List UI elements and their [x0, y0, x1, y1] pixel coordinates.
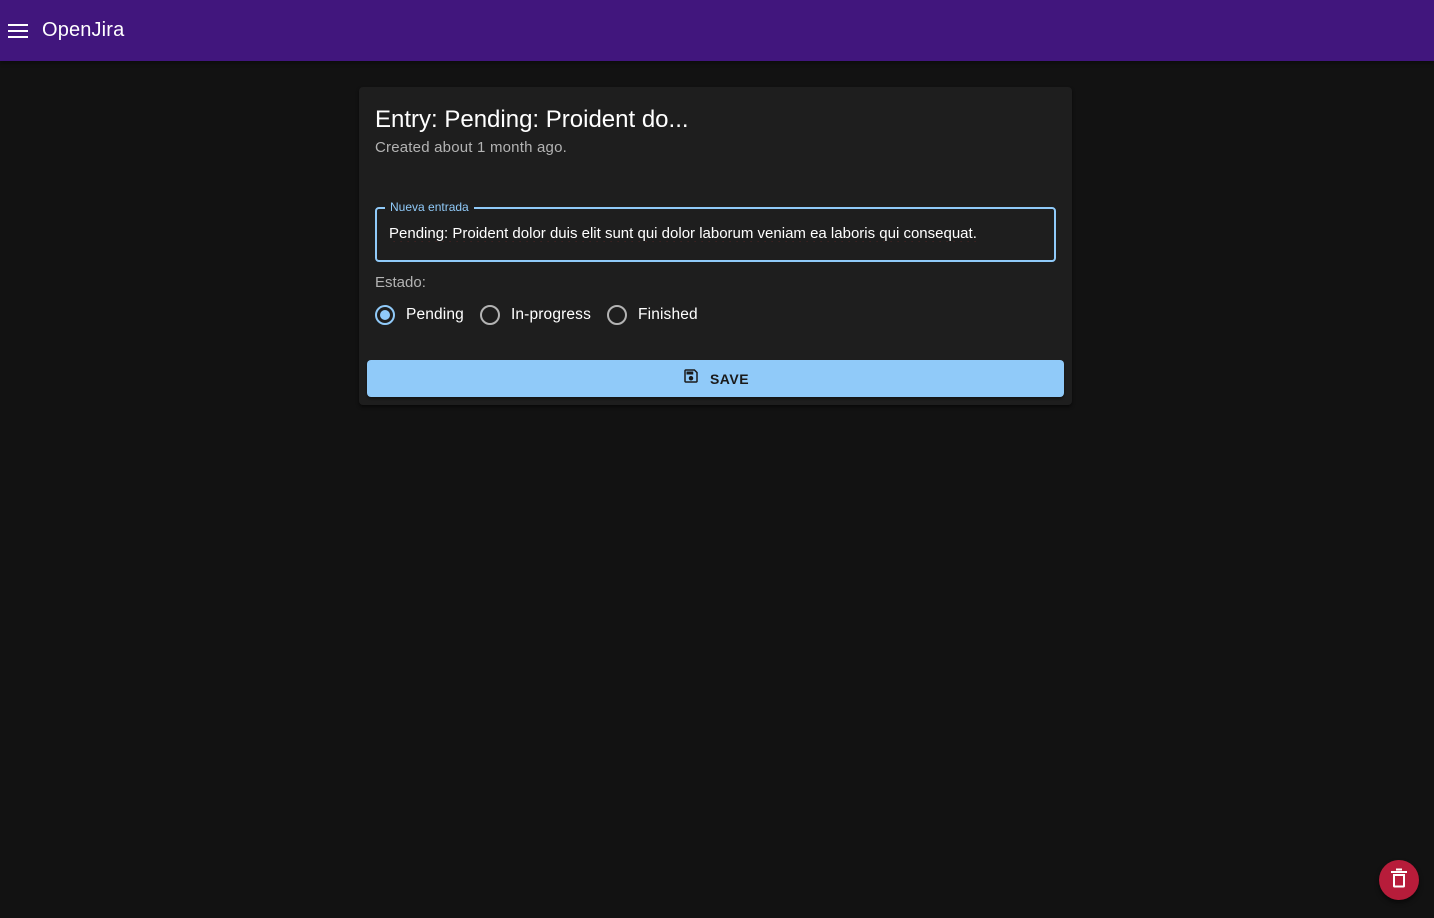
status-label: Estado:	[375, 274, 426, 291]
radio-label-in-progress: In-progress	[510, 306, 591, 323]
save-icon	[682, 367, 700, 390]
radio-button-finished[interactable]	[606, 305, 627, 325]
radio-option-in-progress[interactable]: In-progress	[479, 305, 591, 325]
radio-option-pending[interactable]: Pending	[375, 305, 464, 325]
delete-button[interactable]	[1379, 860, 1419, 900]
radio-label-pending: Pending	[406, 306, 464, 323]
radio-option-finished[interactable]: Finished	[606, 305, 698, 325]
entry-title: Entry: Pending: Proident do...	[375, 106, 689, 133]
entry-field-label: Nueva entrada	[385, 200, 474, 214]
radio-button-pending[interactable]	[375, 305, 395, 325]
save-button[interactable]: SAVE	[367, 360, 1064, 397]
radio-label-finished: Finished	[637, 306, 698, 323]
menu-icon[interactable]	[8, 21, 28, 41]
entry-created-time: Created about 1 month ago.	[375, 139, 567, 156]
entry-text-field[interactable]: Nueva entrada	[375, 200, 1056, 262]
status-radio-group: Pending In-progress Finished	[375, 305, 714, 325]
delete-icon	[1390, 868, 1408, 893]
entry-card: Entry: Pending: Proident do... Created a…	[359, 87, 1072, 405]
entry-input[interactable]	[389, 225, 1044, 242]
radio-button-in-progress[interactable]	[479, 305, 500, 325]
save-label: SAVE	[709, 370, 750, 387]
app-title: OpenJira	[42, 19, 125, 41]
app-bar: OpenJira	[0, 0, 1434, 61]
